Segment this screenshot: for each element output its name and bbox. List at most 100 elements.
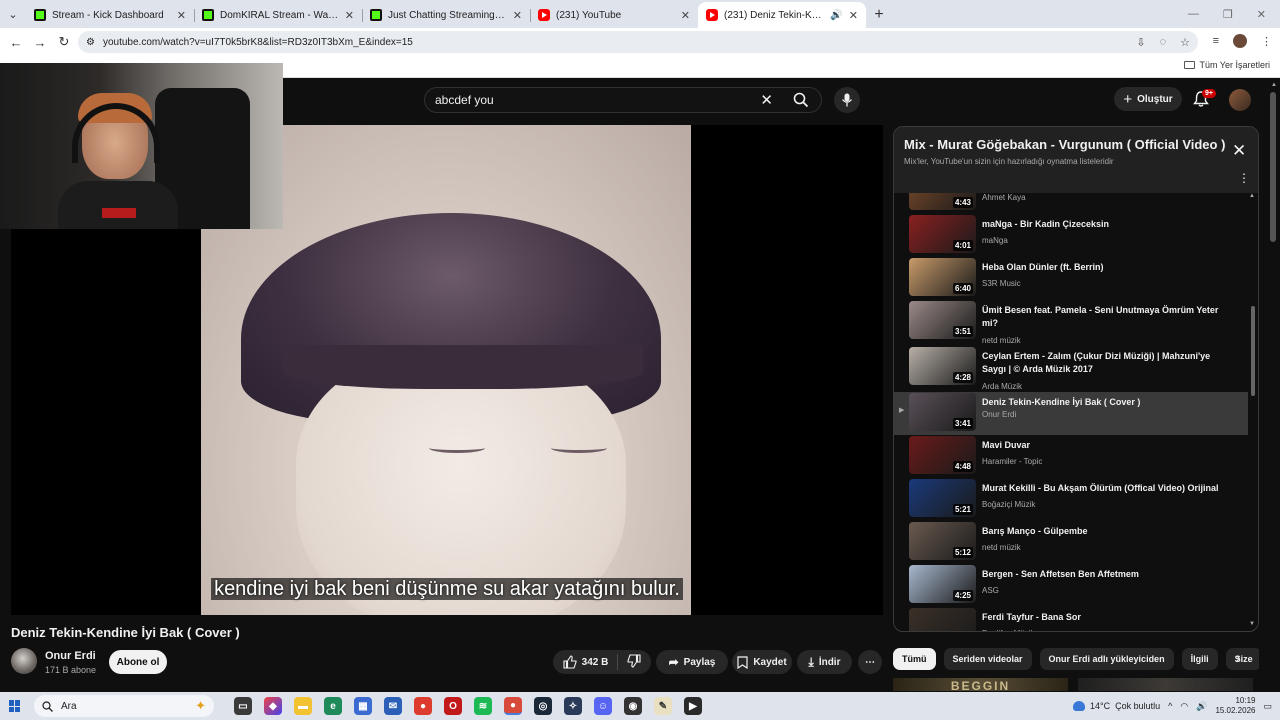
playlist-item[interactable]: 3:51 Ümit Besen feat. Pamela - Seni Unutm… [894, 300, 1248, 346]
playlist-item[interactable]: 6:40 Heba Olan Dünler (ft. Berrin) S3R Mus… [894, 257, 1248, 300]
dislike-button[interactable] [627, 653, 641, 671]
bookmark-star-icon[interactable]: ☆ [1180, 36, 1190, 49]
filter-chip[interactable]: Onur Erdi adlı yükleyiciden [1039, 648, 1174, 670]
new-tab-button[interactable]: + [866, 2, 892, 28]
related-video-thumbnail[interactable] [1078, 678, 1253, 691]
search-input[interactable] [435, 93, 761, 107]
playlist-thumbnail[interactable]: 6:40 [909, 258, 976, 296]
notes-icon[interactable]: ✎ [654, 697, 672, 715]
windows-start-icon[interactable] [0, 692, 30, 720]
speaker-icon[interactable]: 🔊 [830, 10, 842, 21]
tab-close-icon[interactable]: ✕ [681, 9, 690, 22]
browser-tab-youtube[interactable]: (231) YouTube ✕ [530, 2, 698, 28]
scroll-up-icon[interactable]: ▲ [1249, 193, 1255, 199]
store-icon[interactable]: ▦ [354, 697, 372, 715]
browser-menu-icon[interactable]: ⋮ [1261, 35, 1272, 48]
playlist-menu-icon[interactable]: ⋮ [1238, 171, 1250, 185]
reload-icon[interactable]: ↻ [52, 34, 76, 50]
eye-off-icon[interactable]: ◌ [1160, 36, 1167, 49]
playlist-item[interactable]: 4:28 Ceylan Ertem - Zalım (Çukur Dizi Müz… [894, 346, 1248, 392]
taskbar-search[interactable]: Ara ✦ [34, 695, 214, 717]
playlist-scrollbar[interactable]: ▲ ▼ [1249, 193, 1257, 631]
more-actions-icon[interactable]: ⋯ [858, 650, 882, 674]
weather-widget[interactable]: 14°C Çok bulutlu [1072, 701, 1160, 711]
playlist-thumbnail[interactable]: 3:51 [909, 301, 976, 339]
file-explorer-icon[interactable]: ▬ [294, 697, 312, 715]
browser-tab-just-chatting[interactable]: Just Chatting Streaming - Live ✕ [362, 2, 530, 28]
spotify-icon[interactable]: ≋ [474, 697, 492, 715]
browser-tab-kick-dashboard[interactable]: Stream - Kick Dashboard ✕ [26, 2, 194, 28]
playlist-thumbnail[interactable]: 5:21 [909, 479, 976, 517]
address-bar[interactable]: ⚙ youtube.com/watch?v=uI7T0k5brK8&list=R… [78, 31, 1198, 53]
channel-name[interactable]: Onur Erdi [45, 650, 96, 662]
playlist-thumbnail[interactable]: 3:41 [909, 393, 976, 431]
playlist-item[interactable]: Ferdi Tayfur - Bana Sor Ferdifon Müzik [894, 607, 1248, 631]
edge-icon[interactable]: e [324, 697, 342, 715]
playlist-title[interactable]: Mix - Murat Göğebakan - Vurgunum ( Offic… [904, 137, 1225, 152]
close-playlist-icon[interactable]: ✕ [1232, 141, 1246, 161]
channel-avatar[interactable] [11, 648, 37, 674]
notifications-icon[interactable]: ▭ [1263, 701, 1272, 712]
tab-close-icon[interactable]: ✕ [177, 9, 186, 22]
filter-chip[interactable]: İlgili [1181, 648, 1218, 670]
site-info-icon[interactable]: ⚙ [86, 37, 95, 48]
tray-chevron-icon[interactable]: ^ [1168, 701, 1172, 711]
playlist-item[interactable]: 5:12 Barış Manço - Gülpembe netd müzik [894, 521, 1248, 564]
browser-tab-active-video[interactable]: (231) Deniz Tekin-Kendine İ 🔊 ✕ [698, 2, 866, 28]
tab-close-icon[interactable]: ✕ [345, 9, 354, 22]
account-avatar[interactable] [1229, 89, 1251, 111]
scrollbar-thumb[interactable] [1251, 306, 1255, 396]
filter-chip[interactable]: Size [1225, 648, 1259, 670]
chrome-active-icon[interactable]: ● [504, 697, 522, 715]
forward-icon[interactable]: → [28, 35, 52, 50]
filter-chip[interactable]: Seriden videolar [943, 648, 1032, 670]
minimize-icon[interactable]: — [1188, 8, 1199, 20]
related-video-thumbnail[interactable]: BEGGIN [893, 678, 1068, 691]
wifi-icon[interactable]: ◠ [1180, 701, 1188, 712]
page-scroll-up-icon[interactable]: ▲ [1271, 82, 1277, 88]
media-control-icon[interactable]: ≡ [1213, 35, 1219, 47]
obs-icon[interactable]: ◉ [624, 697, 642, 715]
subscribe-button[interactable]: Abone ol [109, 650, 167, 674]
copilot-icon[interactable]: ◆ [264, 697, 282, 715]
volume-icon[interactable]: 🔊 [1196, 701, 1207, 712]
steam-icon[interactable]: ◎ [534, 697, 552, 715]
task-view-icon[interactable]: ▭ [234, 697, 252, 715]
page-scrollbar-thumb[interactable] [1270, 92, 1276, 242]
create-button[interactable]: + Oluştur [1114, 87, 1182, 111]
playlist-item[interactable]: 4:48 Mavi Duvar Haramiler - Topic [894, 435, 1248, 478]
vpn-icon[interactable]: ✧ [564, 697, 582, 715]
playlist-thumbnail[interactable]: 5:12 [909, 522, 976, 560]
playlist-item[interactable]: 5:21 Murat Kekilli - Bu Akşam Ölürüm (Off… [894, 478, 1248, 521]
save-button[interactable]: Kaydet [732, 650, 792, 674]
chrome-icon[interactable]: ● [414, 697, 432, 715]
playlist-item[interactable]: 4:43 Ahmet Kaya [894, 193, 1248, 214]
discord-icon[interactable]: ☺ [594, 697, 612, 715]
filter-chip[interactable]: Tümü [893, 648, 936, 670]
playlist-item[interactable]: 4:25 Bergen - Sen Affetsen Ben Affetmem AS… [894, 564, 1248, 607]
install-app-icon[interactable]: ⇩ [1136, 36, 1145, 49]
close-window-icon[interactable]: ✕ [1257, 8, 1266, 21]
back-icon[interactable]: ← [4, 35, 28, 50]
clock[interactable]: 10:19 15.02.2026 [1215, 696, 1255, 716]
share-button[interactable]: ➦ Paylaş [656, 650, 728, 674]
playlist-thumbnail[interactable]: 4:48 [909, 436, 976, 474]
clear-search-icon[interactable]: ✕ [760, 91, 773, 109]
all-bookmarks-button[interactable]: Tüm Yer İşaretleri [1184, 60, 1270, 70]
scroll-down-icon[interactable]: ▼ [1249, 621, 1255, 627]
playlist-thumbnail[interactable]: 4:43 [909, 193, 976, 210]
like-button[interactable]: 342 B [563, 655, 608, 669]
profile-avatar[interactable] [1233, 34, 1247, 48]
playlist-thumbnail[interactable]: 4:25 [909, 565, 976, 603]
browser-tab-domkiral[interactable]: DomKIRAL Stream - Watch Live ✕ [194, 2, 362, 28]
playlist-thumbnail[interactable]: 4:28 [909, 347, 976, 385]
tab-close-icon[interactable]: ✕ [849, 9, 858, 22]
tab-search-chevron-icon[interactable]: ⌄ [0, 0, 26, 28]
restore-icon[interactable]: ❐ [1223, 8, 1233, 21]
microphone-icon[interactable] [834, 87, 860, 113]
mail-icon[interactable]: ✉ [384, 697, 402, 715]
playlist-item[interactable]: 4:01 maNga - Bir Kadin Çizeceksin maNga [894, 214, 1248, 257]
chips-next-chevron-icon[interactable]: › [1236, 650, 1240, 665]
playlist-thumbnail[interactable]: 4:01 [909, 215, 976, 253]
search-icon[interactable] [791, 90, 811, 110]
